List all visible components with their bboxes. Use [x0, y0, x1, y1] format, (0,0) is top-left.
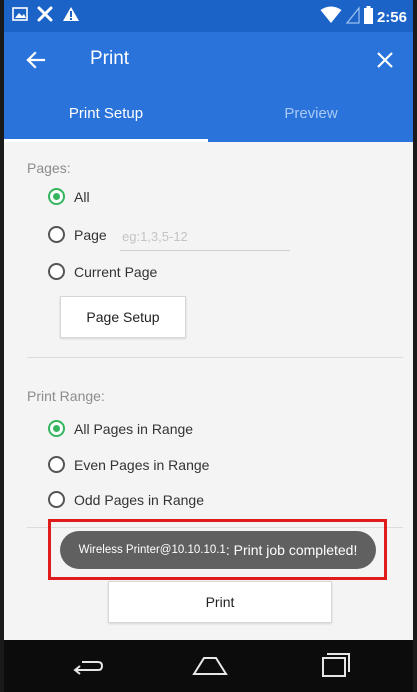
radio-even-pages-in-range[interactable]: Even Pages in Range: [48, 456, 209, 473]
recents-nav-icon: [322, 653, 350, 677]
signal-icon: [345, 6, 360, 28]
radio-button-checked[interactable]: [48, 420, 65, 437]
app-bar: Print: [4, 32, 413, 88]
toast-message-text: : Print job completed!: [225, 542, 358, 558]
tab-print-setup[interactable]: Print Setup: [4, 88, 208, 142]
print-button[interactable]: Print: [108, 581, 332, 623]
page-range-input[interactable]: [120, 222, 290, 251]
back-button[interactable]: [22, 46, 50, 74]
app-title: Print: [90, 48, 130, 69]
recents-nav-button[interactable]: [313, 652, 353, 680]
toast-printer-name: Wireless Printer@10.10.10.1: [78, 544, 226, 556]
status-bar: 2:56: [4, 0, 413, 32]
radio-all-pages-in-range[interactable]: All Pages in Range: [48, 420, 193, 437]
radio-button[interactable]: [48, 491, 65, 508]
image-icon: [12, 7, 28, 26]
page-setup-button[interactable]: Page Setup: [60, 296, 186, 338]
back-nav-button[interactable]: [68, 652, 108, 680]
radio-button-checked[interactable]: [48, 188, 65, 205]
tab-preview[interactable]: Preview: [209, 88, 413, 142]
close-button[interactable]: [371, 46, 399, 74]
radio-all-label: All: [74, 188, 90, 205]
section-divider: [27, 357, 403, 358]
print-range-section-label: Print Range:: [27, 388, 105, 404]
back-nav-icon: [73, 661, 104, 675]
home-nav-button[interactable]: [190, 652, 230, 680]
radio-all[interactable]: All: [48, 188, 90, 205]
radio-odd-pages-in-range[interactable]: Odd Pages in Range: [48, 491, 204, 508]
status-left-icons: [12, 5, 80, 28]
radio-button[interactable]: [48, 263, 65, 280]
radio-page[interactable]: Page: [48, 226, 107, 243]
toast-message: Wireless Printer@10.10.10.1 : Print job …: [60, 531, 376, 569]
radio-even-pages-label: Even Pages in Range: [74, 456, 210, 473]
toast-highlight-box: Wireless Printer@10.10.10.1 : Print job …: [48, 519, 387, 580]
tab-indicator: [4, 139, 208, 142]
radio-current-page-label: Current Page: [74, 263, 158, 280]
close-icon: [377, 52, 393, 68]
battery-icon: [363, 6, 373, 28]
back-arrow-icon: [26, 51, 46, 69]
radio-all-pages-label: All Pages in Range: [74, 420, 194, 437]
tools-icon: [36, 5, 54, 28]
status-time: 2:56: [376, 8, 407, 26]
pages-section-label: Pages:: [27, 160, 71, 176]
navigation-bar: [4, 640, 413, 692]
tab-bar: Print Setup Preview: [4, 88, 413, 142]
home-nav-icon: [192, 657, 228, 675]
radio-page-label: Page: [74, 226, 107, 243]
status-right: 2:56: [320, 6, 407, 28]
wifi-icon: [320, 6, 342, 28]
radio-button[interactable]: [48, 226, 65, 243]
radio-odd-pages-label: Odd Pages in Range: [74, 491, 204, 508]
screen: 2:56 Print Print Setup Preview Pages: Al…: [4, 0, 413, 692]
radio-button[interactable]: [48, 456, 65, 473]
warning-icon: [62, 6, 80, 27]
radio-current-page[interactable]: Current Page: [48, 263, 157, 280]
